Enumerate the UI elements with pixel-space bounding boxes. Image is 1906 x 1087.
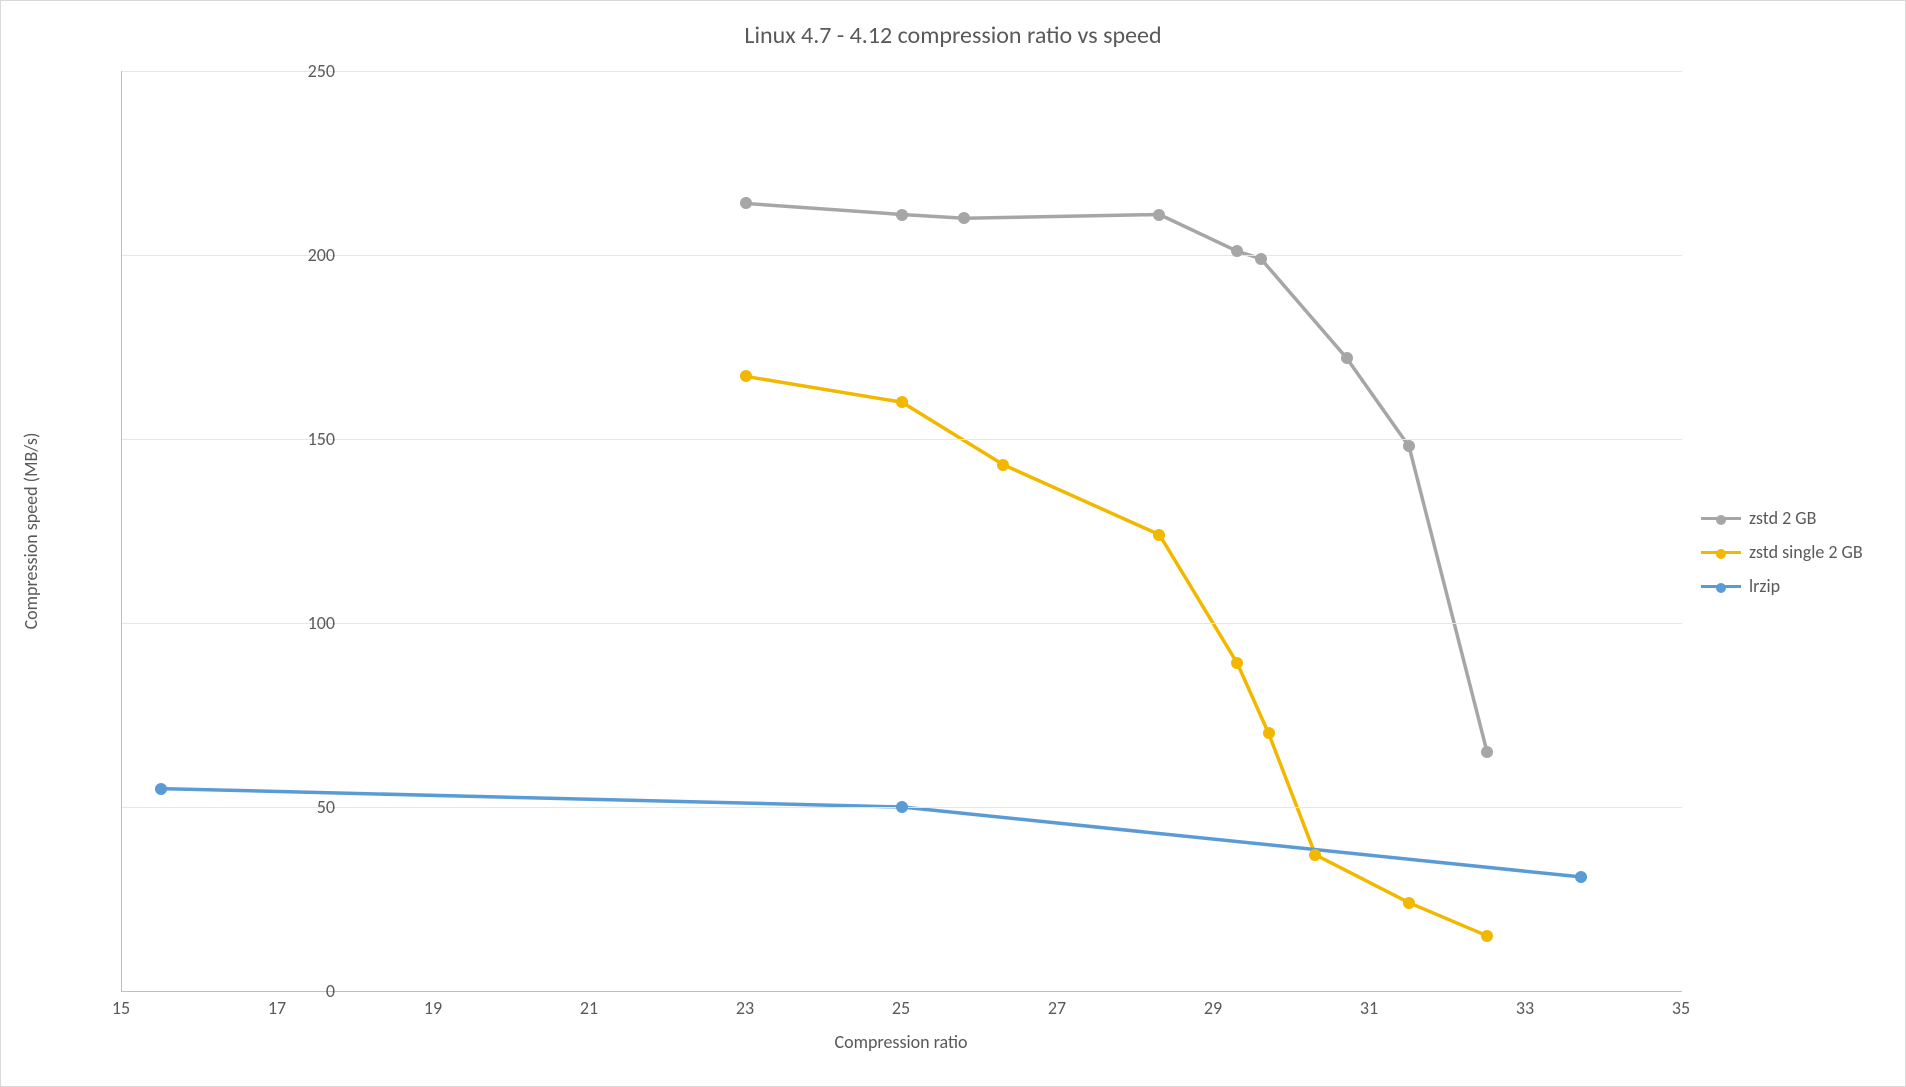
- data-point: [958, 212, 970, 224]
- data-point: [1153, 209, 1165, 221]
- legend-item: zstd 2 GB: [1701, 501, 1863, 535]
- x-tick-label: 27: [1037, 997, 1077, 1019]
- plot-area: [121, 71, 1682, 992]
- data-point: [1481, 746, 1493, 758]
- x-tick-label: 35: [1661, 997, 1701, 1019]
- y-tick-label: 150: [285, 428, 335, 450]
- chart-container: Linux 4.7 - 4.12 compression ratio vs sp…: [0, 0, 1906, 1087]
- data-point: [896, 801, 908, 813]
- legend-label: zstd 2 GB: [1749, 507, 1816, 529]
- y-tick-label: 250: [285, 60, 335, 82]
- legend-item: lrzip: [1701, 569, 1863, 603]
- legend-label: zstd single 2 GB: [1749, 541, 1863, 563]
- data-point: [1309, 849, 1321, 861]
- legend: zstd 2 GB zstd single 2 GB lrzip: [1701, 501, 1863, 603]
- data-point: [1575, 871, 1587, 883]
- data-point: [997, 459, 1009, 471]
- data-point: [1231, 245, 1243, 257]
- data-point: [740, 197, 752, 209]
- x-tick-label: 33: [1505, 997, 1545, 1019]
- legend-marker-icon: [1716, 583, 1726, 593]
- legend-item: zstd single 2 GB: [1701, 535, 1863, 569]
- data-point: [1263, 727, 1275, 739]
- legend-swatch: [1701, 585, 1741, 588]
- x-tick-label: 19: [413, 997, 453, 1019]
- x-tick-label: 15: [101, 997, 141, 1019]
- legend-swatch: [1701, 551, 1741, 554]
- data-point: [1231, 657, 1243, 669]
- data-point: [1403, 897, 1415, 909]
- y-tick-label: 100: [285, 612, 335, 634]
- series-line: [746, 203, 1487, 751]
- x-tick-label: 23: [725, 997, 765, 1019]
- gridline: [122, 255, 1682, 256]
- gridline: [122, 71, 1682, 72]
- series-line: [746, 376, 1487, 935]
- legend-swatch: [1701, 517, 1741, 520]
- gridline: [122, 623, 1682, 624]
- legend-marker-icon: [1716, 549, 1726, 559]
- data-point: [896, 209, 908, 221]
- x-tick-label: 31: [1349, 997, 1389, 1019]
- x-tick-label: 29: [1193, 997, 1233, 1019]
- data-point: [1481, 930, 1493, 942]
- data-point: [740, 370, 752, 382]
- y-tick-label: 50: [285, 796, 335, 818]
- data-point: [896, 396, 908, 408]
- y-axis-label: Compression speed (MB/s): [20, 433, 42, 630]
- legend-label: lrzip: [1749, 575, 1780, 597]
- x-axis-label: Compression ratio: [121, 1031, 1681, 1053]
- x-tick-label: 17: [257, 997, 297, 1019]
- data-point: [1153, 529, 1165, 541]
- y-tick-label: 200: [285, 244, 335, 266]
- data-point: [1403, 440, 1415, 452]
- x-tick-label: 21: [569, 997, 609, 1019]
- chart-title: Linux 4.7 - 4.12 compression ratio vs sp…: [1, 21, 1905, 50]
- x-tick-label: 25: [881, 997, 921, 1019]
- data-point: [1255, 253, 1267, 265]
- series-line: [161, 789, 1581, 877]
- gridline: [122, 439, 1682, 440]
- data-point: [155, 783, 167, 795]
- legend-marker-icon: [1716, 515, 1726, 525]
- data-point: [1341, 352, 1353, 364]
